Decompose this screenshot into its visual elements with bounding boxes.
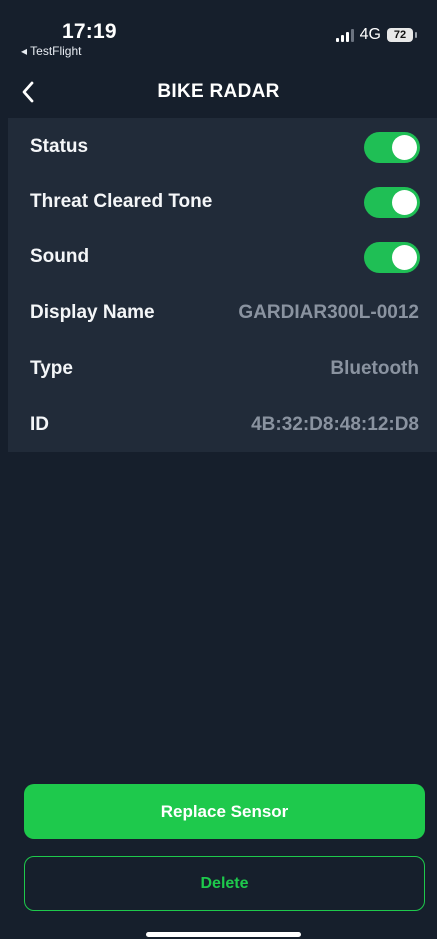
id-row: ID 4B:32:D8:48:12:D8 xyxy=(8,397,437,453)
status-toggle[interactable] xyxy=(364,131,420,163)
status-row: Status xyxy=(8,119,437,175)
id-label: ID xyxy=(30,414,49,435)
replace-sensor-button[interactable]: Replace Sensor xyxy=(24,784,425,839)
back-to-app-link[interactable]: ◂ TestFlight xyxy=(21,44,82,58)
delete-button[interactable]: Delete xyxy=(24,856,425,911)
display-name-row: Display Name GARDIAR300L-0012 xyxy=(8,285,437,341)
nav-bar: BIKE RADAR xyxy=(0,70,437,116)
status-bar: 17:19 ◂ TestFlight 4G 72 xyxy=(0,0,437,70)
status-label: Status xyxy=(30,136,89,157)
toggle-knob xyxy=(392,244,417,270)
network-type: 4G xyxy=(359,26,381,43)
sound-label: Sound xyxy=(30,246,90,267)
sound-toggle[interactable] xyxy=(364,241,420,273)
display-name-value: GARDIAR300L-0012 xyxy=(238,302,419,323)
status-indicators: 4G 72 xyxy=(335,26,417,44)
status-time: 17:19 xyxy=(62,20,117,43)
threat-cleared-tone-toggle[interactable] xyxy=(364,186,420,218)
toggle-knob xyxy=(392,134,417,160)
settings-panel: Status Threat Cleared Tone Sound Display… xyxy=(8,118,437,452)
type-row: Type Bluetooth xyxy=(8,341,437,397)
toggle-knob xyxy=(392,189,417,215)
id-value: 4B:32:D8:48:12:D8 xyxy=(251,414,419,435)
type-value: Bluetooth xyxy=(330,358,419,379)
battery-icon: 72 xyxy=(387,28,417,42)
signal-icon xyxy=(335,28,354,42)
page-title: BIKE RADAR xyxy=(157,81,280,102)
display-name-label: Display Name xyxy=(30,302,155,323)
sound-row: Sound xyxy=(8,229,437,285)
threat-cleared-tone-row: Threat Cleared Tone xyxy=(8,174,437,230)
home-indicator[interactable] xyxy=(146,932,301,937)
type-label: Type xyxy=(30,358,73,379)
threat-cleared-tone-label: Threat Cleared Tone xyxy=(30,191,213,212)
